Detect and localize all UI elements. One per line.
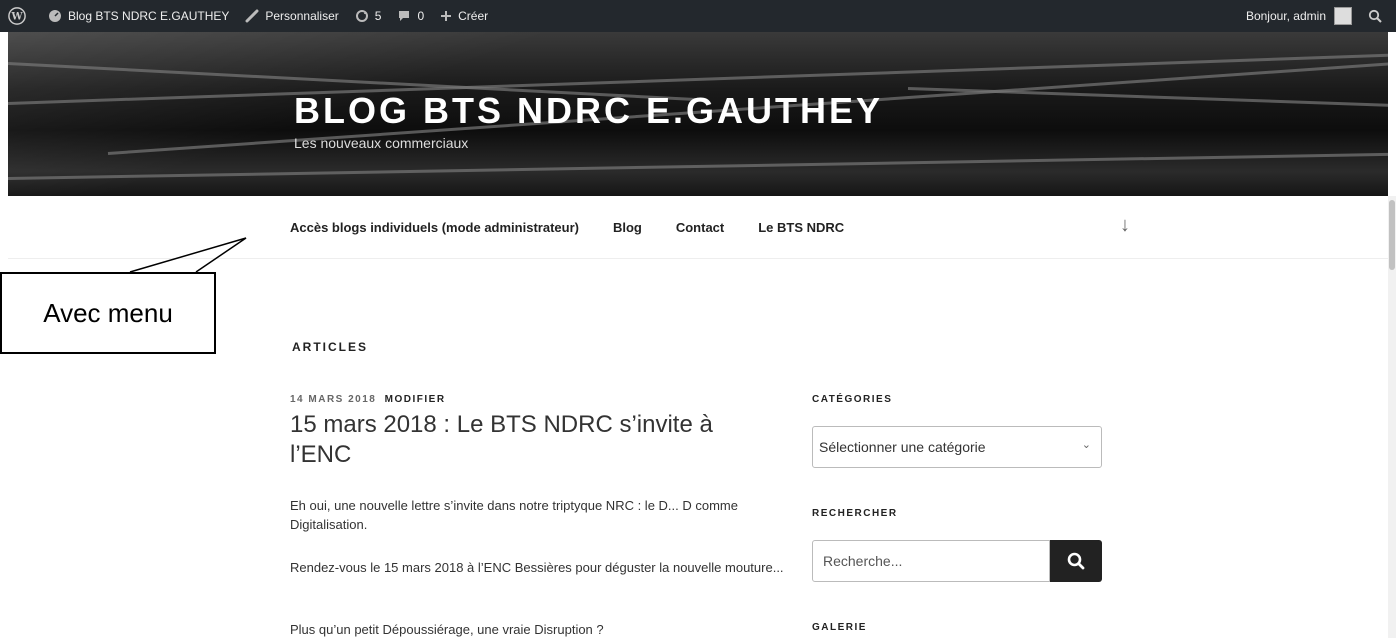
search-placeholder: Recherche...: [823, 553, 903, 569]
site-tagline: Les nouveaux commerciaux: [294, 135, 469, 151]
admin-search[interactable]: [1360, 0, 1396, 32]
admin-account[interactable]: Bonjour, admin: [1238, 0, 1360, 32]
comment-icon: [399, 11, 410, 21]
post-meta: 14 MARS 2018 MODIFIER: [290, 394, 446, 405]
annotation-text: Avec menu: [43, 297, 173, 328]
admin-bar: W Blog BTS NDRC E.GAUTHEY Personnaliser …: [0, 0, 1396, 32]
search-icon: [1067, 552, 1085, 570]
updates-icon: [355, 10, 368, 22]
admin-updates[interactable]: 5: [347, 0, 390, 32]
admin-greeting: Bonjour, admin: [1245, 9, 1326, 23]
categories-select-value: Sélectionner une catégorie: [819, 439, 986, 455]
admin-new-label: Créer: [458, 9, 489, 23]
header-beam: [8, 152, 1388, 180]
gallery-widget-title: GALERIE: [812, 622, 867, 633]
post-edit-link[interactable]: MODIFIER: [385, 394, 446, 405]
admin-comments[interactable]: 0: [389, 0, 432, 32]
post-paragraph: Plus qu’un petit Dépoussiérage, une vrai…: [290, 622, 604, 637]
post-date[interactable]: 14 MARS 2018: [290, 394, 376, 405]
main-navigation: Accès blogs individuels (mode administra…: [8, 196, 1388, 259]
chevron-down-icon: ⌄: [1081, 439, 1091, 451]
search-input[interactable]: Recherche...: [812, 540, 1050, 582]
admin-new[interactable]: Créer: [432, 0, 496, 32]
plus-icon: [441, 11, 452, 21]
nav-item-bts-ndrc[interactable]: Le BTS NDRC: [758, 220, 844, 235]
admin-updates-count: 5: [374, 9, 382, 23]
post-paragraph: Rendez-vous le 15 mars 2018 à l’ENC Bess…: [290, 560, 784, 575]
search-icon: [1368, 9, 1382, 23]
search-widget-title: RECHERCHER: [812, 508, 898, 519]
admin-customize[interactable]: Personnaliser: [237, 0, 346, 32]
admin-customize-label: Personnaliser: [265, 9, 339, 23]
wordpress-logo-icon[interactable]: W: [0, 0, 40, 32]
admin-site-name-label: Blog BTS NDRC E.GAUTHEY: [68, 9, 230, 23]
scrollbar-thumb[interactable]: [1389, 200, 1395, 270]
site-header: BLOG BTS NDRC E.GAUTHEY Les nouveaux com…: [8, 32, 1388, 196]
avatar: [1334, 7, 1352, 25]
search-button[interactable]: [1050, 540, 1102, 582]
post-title[interactable]: 15 mars 2018 : Le BTS NDRC s’invite à l’…: [290, 410, 760, 470]
admin-comments-count: 0: [417, 9, 425, 23]
section-title: ARTICLES: [292, 340, 368, 354]
scroll-down-arrow-icon[interactable]: ↓: [1120, 214, 1130, 237]
categories-select[interactable]: Sélectionner une catégorie ⌄: [812, 426, 1102, 468]
header-beam: [907, 87, 1388, 108]
site-title[interactable]: BLOG BTS NDRC E.GAUTHEY: [294, 90, 883, 132]
svg-text:W: W: [10, 12, 23, 23]
brush-icon: [245, 9, 259, 23]
annotation-callout: Avec menu: [0, 272, 216, 354]
dashboard-icon: [49, 10, 61, 22]
nav-item-individual-blogs[interactable]: Accès blogs individuels (mode administra…: [290, 220, 579, 235]
admin-site-name[interactable]: Blog BTS NDRC E.GAUTHEY: [40, 0, 237, 32]
categories-widget-title: CATÉGORIES: [812, 394, 893, 405]
post-paragraph: Eh oui, une nouvelle lettre s’invite dan…: [290, 498, 738, 532]
nav-item-blog[interactable]: Blog: [613, 220, 642, 235]
nav-item-contact[interactable]: Contact: [676, 220, 724, 235]
